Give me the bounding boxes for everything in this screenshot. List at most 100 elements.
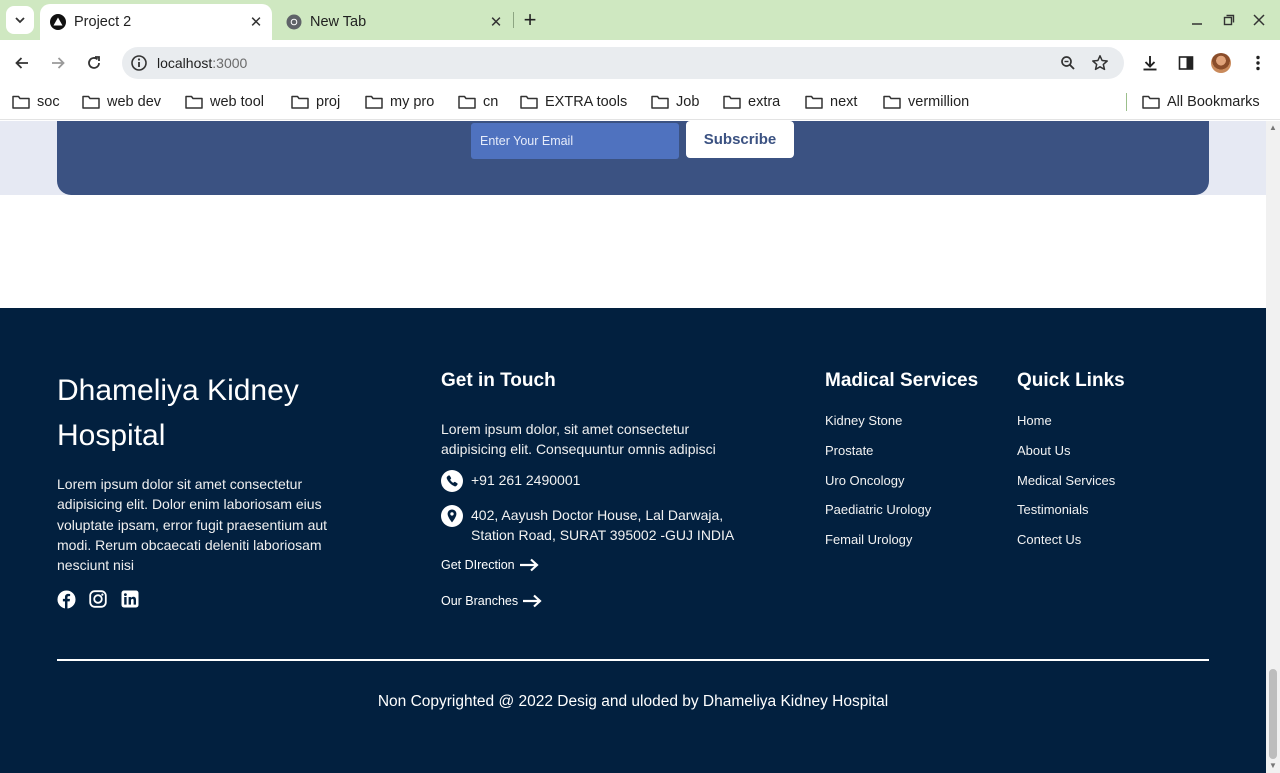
profile-avatar[interactable] xyxy=(1211,53,1231,73)
quick-link[interactable]: Testimonials xyxy=(1017,500,1115,530)
site-footer: Dhameliya Kidney Hospital Lorem ipsum do… xyxy=(0,308,1266,773)
tab-title: Project 2 xyxy=(74,14,132,30)
quick-links-title: Quick Links xyxy=(1017,370,1125,391)
folder-icon xyxy=(723,95,741,109)
linkedin-icon[interactable] xyxy=(120,589,140,609)
tab-new-tab[interactable]: New Tab ✕ xyxy=(276,4,512,40)
folder-icon xyxy=(12,95,30,109)
tab-strip: Project 2 ✕ New Tab ✕ + xyxy=(0,0,1280,40)
bookmark-folder[interactable]: soc xyxy=(12,91,60,113)
triangle-logo-icon xyxy=(50,14,66,30)
close-window-icon[interactable] xyxy=(1249,10,1269,30)
tab-divider xyxy=(513,12,514,28)
bookmarks-divider xyxy=(1126,93,1127,111)
scroll-down-icon[interactable]: ▼ xyxy=(1269,762,1277,770)
folder-icon xyxy=(185,95,203,109)
close-tab-icon[interactable]: ✕ xyxy=(486,12,506,32)
our-branches-link[interactable]: Our Branches xyxy=(441,594,542,608)
bookmark-label: cn xyxy=(483,94,499,110)
folder-icon xyxy=(651,95,669,109)
service-link[interactable]: Femail Urology xyxy=(825,530,931,560)
quick-link[interactable]: Contect Us xyxy=(1017,530,1115,560)
bookmark-label: next xyxy=(830,94,858,110)
all-bookmarks-folder[interactable]: All Bookmarks xyxy=(1142,91,1260,113)
page-viewport: Subscribe Dhameliya Kidney Hospital Lore… xyxy=(0,121,1266,773)
get-direction-link[interactable]: Get DIrection xyxy=(441,558,539,572)
download-icon[interactable] xyxy=(1138,51,1162,75)
address-text: 402, Aayush Doctor House, Lal Darwaja, S… xyxy=(471,507,735,543)
bookmark-label: soc xyxy=(37,94,60,110)
bookmark-folder[interactable]: next xyxy=(805,91,857,113)
get-direction-label: Get DIrection xyxy=(441,558,515,572)
page-scrollbar[interactable]: ▲ ▼ xyxy=(1266,121,1280,773)
bookmark-folder[interactable]: web dev xyxy=(82,91,161,113)
bookmark-label: my pro xyxy=(390,94,435,110)
services-title: Madical Services xyxy=(825,370,979,391)
bookmark-folder[interactable]: cn xyxy=(458,91,498,113)
scrollbar-thumb[interactable] xyxy=(1269,669,1277,759)
quick-link[interactable]: Medical Services xyxy=(1017,471,1115,501)
zoom-icon[interactable] xyxy=(1058,53,1078,73)
our-branches-label: Our Branches xyxy=(441,594,519,608)
service-link[interactable]: Paediatric Urology xyxy=(825,500,931,530)
address-url: localhost:3000 xyxy=(157,55,248,71)
email-input[interactable] xyxy=(471,123,679,159)
site-info-icon[interactable] xyxy=(130,54,148,72)
bookmark-label: extra xyxy=(748,94,781,110)
bookmark-folder[interactable]: EXTRA tools xyxy=(520,91,627,113)
brand-description: Lorem ipsum dolor sit amet consectetur a… xyxy=(57,476,328,574)
service-link[interactable]: Kidney Stone xyxy=(825,411,931,441)
quick-link[interactable]: About Us xyxy=(1017,441,1115,471)
reload-icon[interactable] xyxy=(81,50,107,76)
tab-project-2[interactable]: Project 2 ✕ xyxy=(40,4,272,40)
tab-search-button[interactable] xyxy=(6,6,34,34)
bookmark-folder[interactable]: web tool xyxy=(185,91,264,113)
arrow-right-icon xyxy=(519,558,539,572)
scroll-up-icon[interactable]: ▲ xyxy=(1269,124,1277,132)
footer-brand: Dhameliya Kidney Hospital xyxy=(57,374,299,452)
folder-icon xyxy=(805,95,823,109)
contact-title: Get in Touch xyxy=(441,370,556,391)
bookmark-folder[interactable]: proj xyxy=(291,91,340,113)
bookmark-label: All Bookmarks xyxy=(1167,94,1260,110)
close-tab-icon[interactable]: ✕ xyxy=(246,12,266,32)
service-link[interactable]: Uro Oncology xyxy=(825,471,931,501)
bookmark-star-icon[interactable] xyxy=(1090,53,1110,73)
bookmark-label: web tool xyxy=(210,94,265,110)
address-bar[interactable]: localhost:3000 xyxy=(122,47,1124,79)
location-pin-icon xyxy=(441,505,463,527)
phone-number[interactable]: +91 261 2490001 xyxy=(471,470,580,490)
bookmark-folder[interactable]: extra xyxy=(723,91,780,113)
bookmark-label: proj xyxy=(316,94,341,110)
restore-icon[interactable] xyxy=(1219,10,1239,30)
folder-icon xyxy=(458,95,476,109)
subscribe-button[interactable]: Subscribe xyxy=(686,121,794,158)
folder-icon xyxy=(82,95,100,109)
back-icon[interactable] xyxy=(9,50,35,76)
facebook-icon[interactable] xyxy=(56,589,76,609)
address-row: 402, Aayush Doctor House, Lal Darwaja, S… xyxy=(441,505,741,545)
arrow-right-icon xyxy=(523,594,542,608)
folder-icon xyxy=(365,95,383,109)
more-menu-icon[interactable] xyxy=(1246,51,1270,75)
folder-icon xyxy=(520,95,538,109)
contact-description: Lorem ipsum dolor, sit amet consectetur … xyxy=(441,421,716,457)
newsletter-section: Subscribe xyxy=(0,121,1266,195)
instagram-icon[interactable] xyxy=(88,589,108,609)
bookmark-label: EXTRA tools xyxy=(545,94,628,110)
bookmark-label: vermillion xyxy=(908,94,970,110)
bookmarks-bar: soc web dev web tool proj my pro cn EXTR… xyxy=(0,86,1280,120)
folder-icon xyxy=(1142,95,1160,109)
phone-icon xyxy=(441,470,463,492)
quick-link[interactable]: Home xyxy=(1017,411,1115,441)
bookmark-folder[interactable]: Job xyxy=(651,91,699,113)
bookmark-folder[interactable]: my pro xyxy=(365,91,434,113)
minimize-icon[interactable] xyxy=(1187,10,1207,30)
new-tab-button[interactable]: + xyxy=(518,7,542,32)
side-panel-icon[interactable] xyxy=(1174,51,1198,75)
forward-icon[interactable] xyxy=(45,50,71,76)
bookmark-folder[interactable]: vermillion xyxy=(883,91,969,113)
footer-divider xyxy=(57,659,1209,661)
folder-icon xyxy=(883,95,901,109)
service-link[interactable]: Prostate xyxy=(825,441,931,471)
